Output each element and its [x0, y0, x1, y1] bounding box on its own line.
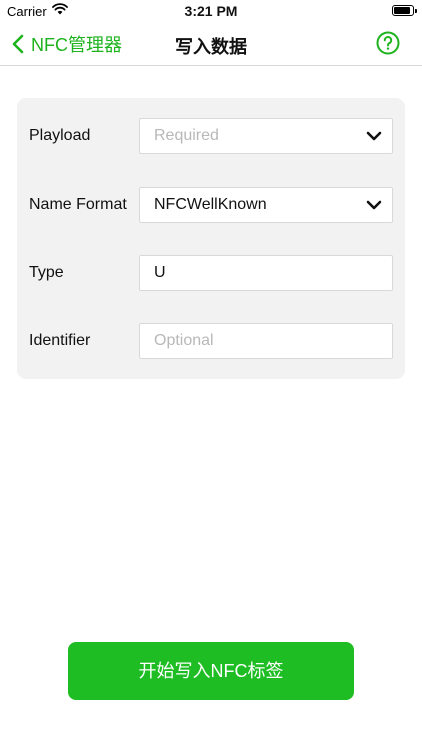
identifier-placeholder: Optional — [154, 332, 214, 349]
chevron-down-icon — [366, 200, 382, 210]
playload-select[interactable]: Required — [139, 118, 393, 154]
chevron-down-icon — [366, 131, 382, 141]
status-bar: Carrier 3:21 PM — [0, 0, 422, 22]
name-format-value: NFCWellKnown — [154, 196, 267, 213]
back-button-label: NFC管理器 — [31, 35, 122, 55]
form-row-identifier: Identifier Optional — [17, 323, 405, 359]
playload-placeholder: Required — [154, 127, 219, 144]
type-value: U — [154, 264, 166, 281]
type-label: Type — [29, 264, 64, 281]
record-form: Playload Required Name Format NFCWellKno… — [17, 98, 405, 379]
navigation-bar: NFC管理器 写入数据 — [0, 22, 422, 66]
playload-label: Playload — [29, 127, 91, 144]
chevron-left-icon — [12, 34, 24, 54]
identifier-input[interactable]: Optional — [139, 323, 393, 359]
form-row-playload: Playload Required — [17, 118, 405, 154]
start-write-button[interactable]: 开始写入NFC标签 — [68, 642, 354, 700]
name-format-select[interactable]: NFCWellKnown — [139, 187, 393, 223]
name-format-label: Name Format — [29, 196, 127, 213]
type-input[interactable]: U — [139, 255, 393, 291]
help-button[interactable] — [376, 31, 400, 55]
form-row-type: Type U — [17, 255, 405, 291]
form-row-name-format: Name Format NFCWellKnown — [17, 187, 405, 223]
battery-icon — [392, 5, 417, 16]
identifier-label: Identifier — [29, 332, 91, 349]
back-button[interactable]: NFC管理器 — [12, 31, 122, 57]
clock: 3:21 PM — [184, 3, 238, 19]
question-circle-icon — [376, 31, 400, 55]
